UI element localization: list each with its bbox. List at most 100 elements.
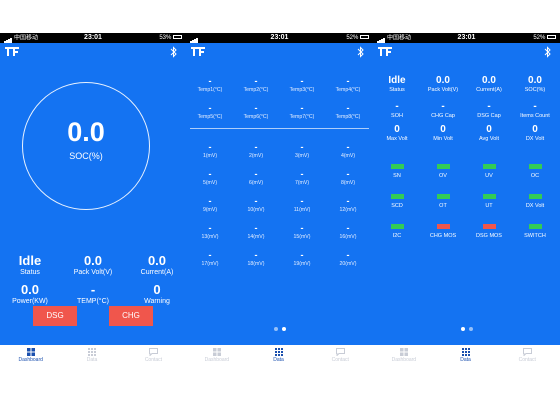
battery-percent: 52%	[346, 33, 369, 43]
cell-7: -7(mV)	[294, 169, 310, 186]
tab-bar: Dashboard Data Contact	[186, 345, 373, 367]
battery-icon	[173, 35, 182, 40]
clock: 23:01	[84, 34, 102, 41]
indicator-dsg-mos: DSG MOS	[466, 224, 512, 240]
tab-contact[interactable]: Contact	[496, 348, 558, 363]
cell-18: -18(mV)	[247, 250, 265, 267]
temp-5: - Temp5(°C)	[197, 103, 223, 120]
indicator-ot: OT	[420, 194, 466, 210]
power-stat: 0.0 Power(KW)	[12, 282, 48, 305]
temp-stat: - TEMP(°C)	[77, 282, 109, 305]
app-logo-icon	[5, 47, 19, 56]
cell-8: -8(mV)	[340, 169, 356, 186]
tab-dashboard[interactable]: Dashboard	[0, 348, 61, 363]
bluetooth-icon[interactable]	[544, 46, 552, 58]
status-bar: 23:01 52%	[186, 33, 373, 43]
dx-volt-stat: 0 DX Volt	[525, 124, 545, 142]
status-stat: Idle Status	[388, 75, 406, 93]
indicator-chg-mos: CHG MOS	[420, 224, 466, 240]
indicator-dx-volt: DX Volt	[512, 194, 558, 210]
battery-icon	[547, 35, 556, 40]
pack-volt-stat: 0.0 Pack Volt(V)	[427, 75, 459, 93]
tab-dashboard[interactable]: Dashboard	[373, 348, 435, 363]
cell-17: -17(mV)	[201, 250, 219, 267]
current-stat: 0.0 Current(A)	[140, 253, 174, 276]
page-dot[interactable]	[273, 327, 278, 331]
page-dot-active[interactable]	[281, 327, 286, 331]
indicator-scd: SCD	[374, 194, 420, 210]
dashboard-icon	[26, 348, 35, 356]
status-bar: 中国移动 23:01 52%	[373, 33, 560, 43]
status-led	[528, 194, 542, 199]
temp-4: - Temp4(°C)	[335, 76, 361, 93]
tab-bar: Dashboard Data Contact	[0, 345, 186, 367]
avg-volt-stat: 0 Avg Volt	[478, 124, 500, 142]
soc-label: SOC(%)	[69, 151, 103, 161]
indicator-i2c: I2C	[374, 224, 420, 240]
cell-4: -4(mV)	[340, 142, 356, 159]
chg-button[interactable]: CHG	[109, 306, 153, 326]
battery-percent: 53%	[159, 33, 182, 43]
data-grid-icon	[461, 348, 470, 356]
pack-volt-stat: 0.0 Pack Volt(V)	[73, 253, 113, 276]
tab-contact[interactable]: Contact	[123, 348, 184, 363]
clock: 23:01	[457, 34, 476, 41]
chat-icon	[148, 348, 158, 356]
chat-icon	[335, 348, 345, 356]
status-led	[528, 164, 542, 169]
tab-contact[interactable]: Contact	[309, 348, 371, 363]
page-dot-active[interactable]	[460, 327, 465, 331]
tab-data[interactable]: Data	[435, 348, 497, 363]
status-led	[390, 164, 404, 169]
temp-1: - Temp1(°C)	[197, 76, 223, 93]
cell-13: -13(mV)	[201, 223, 219, 240]
divider	[190, 128, 369, 129]
temp-6: - Temp6(°C)	[243, 103, 269, 120]
items-count-stat: - Items Count	[520, 101, 550, 119]
indicator-sn: SN	[374, 164, 420, 180]
status-led	[436, 164, 450, 169]
status-bar: 中国移动 23:01 53%	[0, 33, 186, 43]
tab-data[interactable]: Data	[61, 348, 122, 363]
cell-1: -1(mV)	[202, 142, 218, 159]
dsg-button[interactable]: DSG	[33, 306, 77, 326]
max-volt-stat: 0 Max Volt	[386, 124, 408, 142]
app-header	[186, 43, 373, 61]
tab-dashboard[interactable]: Dashboard	[186, 348, 248, 363]
tab-data[interactable]: Data	[248, 348, 310, 363]
chat-icon	[522, 348, 532, 356]
chg-cap-stat: - CHG Cap	[431, 101, 455, 119]
temp-8: - Temp8(°C)	[335, 103, 361, 120]
status-led	[390, 194, 404, 199]
soc-stat: 0.0 SOC(%)	[524, 75, 546, 93]
cell-14: -14(mV)	[247, 223, 265, 240]
cell-9: -9(mV)	[202, 196, 218, 213]
min-volt-stat: 0 Min Volt	[433, 124, 453, 142]
current-stat: 0.0 Current(A)	[476, 75, 502, 93]
indicator-uv: UV	[466, 164, 512, 180]
data-grid-icon	[274, 348, 283, 356]
soc-value: 0.0	[67, 117, 105, 147]
status-led	[436, 194, 450, 199]
data-grid-icon	[88, 348, 97, 356]
cell-10: -10(mV)	[247, 196, 265, 213]
bluetooth-icon[interactable]	[170, 46, 178, 58]
page-indicator[interactable]	[373, 318, 560, 336]
app-logo-icon	[378, 47, 392, 56]
clock: 23:01	[270, 34, 289, 41]
temp-3: - Temp3(°C)	[289, 76, 315, 93]
cell-12: -12(mV)	[339, 196, 357, 213]
bluetooth-icon[interactable]	[357, 46, 365, 58]
cell-11: -11(mV)	[293, 196, 311, 213]
battery-icon	[360, 35, 369, 40]
status-led	[436, 224, 450, 229]
page-dot[interactable]	[468, 327, 473, 331]
indicator-switch: SWITCH	[512, 224, 558, 240]
temp-2: - Temp2(°C)	[243, 76, 269, 93]
status-stat: Idle Status	[18, 253, 42, 276]
page-indicator[interactable]	[186, 318, 373, 336]
tab-bar: Dashboard Data Contact	[373, 345, 560, 367]
indicator-ov: OV	[420, 164, 466, 180]
dashboard-icon	[212, 348, 221, 356]
cell-3: -3(mV)	[294, 142, 310, 159]
